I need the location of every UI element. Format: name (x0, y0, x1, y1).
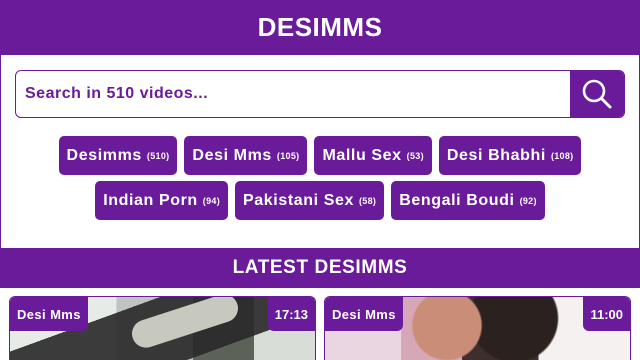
site-header: DESIMMS (0, 0, 640, 55)
tag-label: Desi Bhabhi (446, 146, 546, 164)
video-grid: Desi Mms 17:13 As Desi Mms 11:00 (0, 288, 640, 360)
tag-count: (53) (406, 150, 424, 161)
search-input[interactable] (16, 71, 572, 117)
category-badge[interactable]: Desi Mms (10, 297, 88, 331)
duration-badge: 11:00 (583, 297, 630, 331)
category-tags: Desimms (510) Desi Mms (105) Mallu Sex (… (0, 136, 640, 220)
tag-mallu-sex[interactable]: Mallu Sex (53) (314, 136, 432, 175)
tag-count: (510) (146, 150, 170, 161)
tag-count: (92) (519, 195, 537, 206)
tag-label: Indian Porn (103, 191, 198, 209)
tag-label: Desi Mms (192, 146, 272, 164)
video-card[interactable]: As Desi Mms 11:00 (324, 296, 631, 360)
section-title: LATEST DESIMMS (232, 257, 408, 278)
tag-label: Desimms (66, 146, 142, 164)
site-title[interactable]: DESIMMS (258, 12, 383, 43)
search-icon (582, 79, 612, 109)
tag-count: (105) (276, 150, 300, 161)
tag-desi-mms[interactable]: Desi Mms (105) (184, 136, 308, 175)
tag-indian-porn[interactable]: Indian Porn (94) (95, 181, 229, 220)
tag-bengali-boudi[interactable]: Bengali Boudi (92) (391, 181, 545, 220)
tag-count: (94) (202, 195, 221, 206)
tag-label: Bengali Boudi (399, 191, 515, 209)
category-badge[interactable]: Desi Mms (325, 297, 403, 331)
duration-badge: 17:13 (267, 297, 315, 331)
tag-pakistani-sex[interactable]: Pakistani Sex (58) (235, 181, 385, 220)
search-form (15, 70, 625, 118)
section-header: LATEST DESIMMS (0, 248, 640, 288)
tag-count: (58) (359, 195, 377, 206)
search-button[interactable] (570, 71, 624, 117)
tag-desi-bhabhi[interactable]: Desi Bhabhi (108) (438, 136, 582, 175)
tag-desimms[interactable]: Desimms (510) (58, 136, 178, 175)
video-card[interactable]: Desi Mms 17:13 (9, 296, 316, 360)
tag-label: Pakistani Sex (243, 191, 354, 209)
tag-count: (108) (550, 150, 574, 161)
tag-label: Mallu Sex (322, 146, 402, 164)
